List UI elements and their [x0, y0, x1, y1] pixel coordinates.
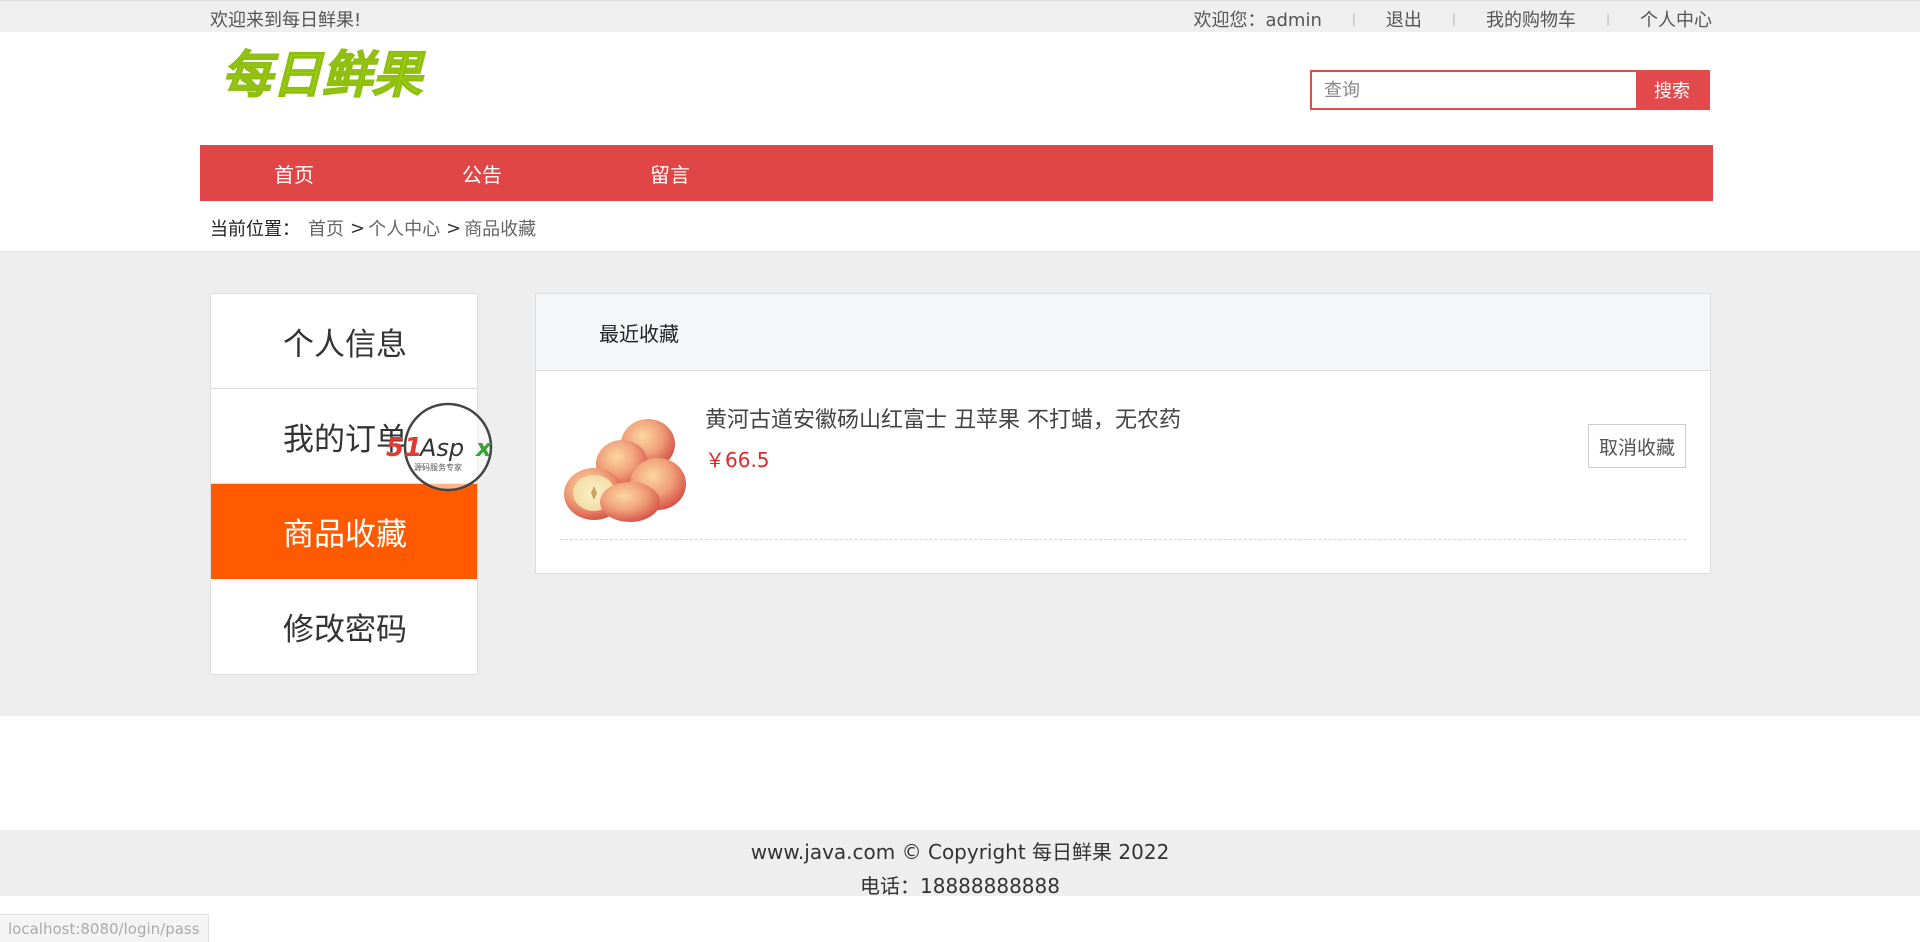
sidebar-item-favorites[interactable]: 商品收藏	[211, 484, 477, 579]
favorite-item: 黄河古道安徽砀山红富士 丑苹果 不打蜡，无农药 ￥66.5 取消收藏	[560, 384, 1686, 540]
main-nav: 首页 公告 留言	[200, 145, 1713, 201]
panel-title: 最近收藏	[536, 294, 1710, 371]
favorite-product-name[interactable]: 黄河古道安徽砀山红富士 丑苹果 不打蜡，无农药	[705, 402, 1181, 434]
breadcrumb-profile[interactable]: 个人中心	[368, 215, 440, 241]
watermark-logo: 51 Asp x 源码服务专家	[384, 400, 514, 494]
search-box: 搜索	[1310, 70, 1710, 110]
breadcrumb-label: 当前位置：	[210, 219, 300, 240]
breadcrumb-separator: >	[350, 217, 366, 239]
sidebar-item-change-password[interactable]: 修改密码	[211, 579, 477, 674]
svg-text:51: 51	[386, 433, 422, 463]
top-links: 欢迎您：admin | 退出 | 我的购物车 | 个人中心	[1193, 6, 1712, 32]
logo-wordmark: 每日鲜果	[221, 45, 426, 105]
footer-copyright: www.java.com © Copyright 每日鲜果 2022	[750, 840, 1170, 864]
status-url: localhost:8080/login/pass	[0, 914, 209, 942]
page: 欢迎来到每日鲜果! 欢迎您：admin | 退出 | 我的购物车 | 个人中心 …	[0, 0, 1920, 942]
footer-phone: 电话：18888888888	[860, 874, 1060, 898]
profile-link[interactable]: 个人中心	[1640, 6, 1712, 32]
welcome-text: 欢迎来到每日鲜果!	[210, 10, 362, 31]
breadcrumb: 当前位置： 首页 > 个人中心 > 商品收藏	[210, 215, 536, 241]
cancel-favorite-button[interactable]: 取消收藏	[1588, 424, 1686, 468]
divider: |	[1605, 12, 1610, 26]
search-input[interactable]	[1312, 72, 1634, 108]
svg-text:Asp: Asp	[418, 434, 464, 462]
nav-item-notice[interactable]: 公告	[388, 159, 576, 188]
divider: |	[1351, 12, 1356, 26]
top-bar: 欢迎来到每日鲜果! 欢迎您：admin | 退出 | 我的购物车 | 个人中心	[0, 0, 1920, 32]
svg-text:x: x	[475, 434, 493, 462]
favorites-panel: 最近收藏 黄河古道安徽砀山红富士 丑苹果 不打蜡，无农药 ￥66.5 取消收藏	[535, 293, 1711, 574]
apple-image[interactable]	[560, 414, 688, 524]
site-logo[interactable]: 每日鲜果	[218, 40, 432, 106]
divider: |	[1451, 12, 1456, 26]
nav-item-message[interactable]: 留言	[576, 159, 764, 188]
cart-link[interactable]: 我的购物车	[1486, 6, 1576, 32]
breadcrumb-home[interactable]: 首页	[308, 215, 344, 241]
breadcrumb-current: 商品收藏	[464, 219, 537, 240]
watermark-tagline: 源码服务专家	[414, 462, 462, 472]
favorite-product-price: ￥66.5	[705, 448, 770, 472]
user-greeting: 欢迎您：admin	[1193, 10, 1322, 31]
sidebar-item-profile-info[interactable]: 个人信息	[211, 294, 477, 389]
nav-item-home[interactable]: 首页	[200, 159, 388, 188]
breadcrumb-separator: >	[446, 217, 462, 239]
logo-text: 每日鲜果	[222, 46, 426, 104]
footer: www.java.com © Copyright 每日鲜果 2022 电话：18…	[0, 830, 1920, 898]
search-button[interactable]: 搜索	[1634, 72, 1708, 108]
logout-link[interactable]: 退出	[1386, 6, 1422, 32]
